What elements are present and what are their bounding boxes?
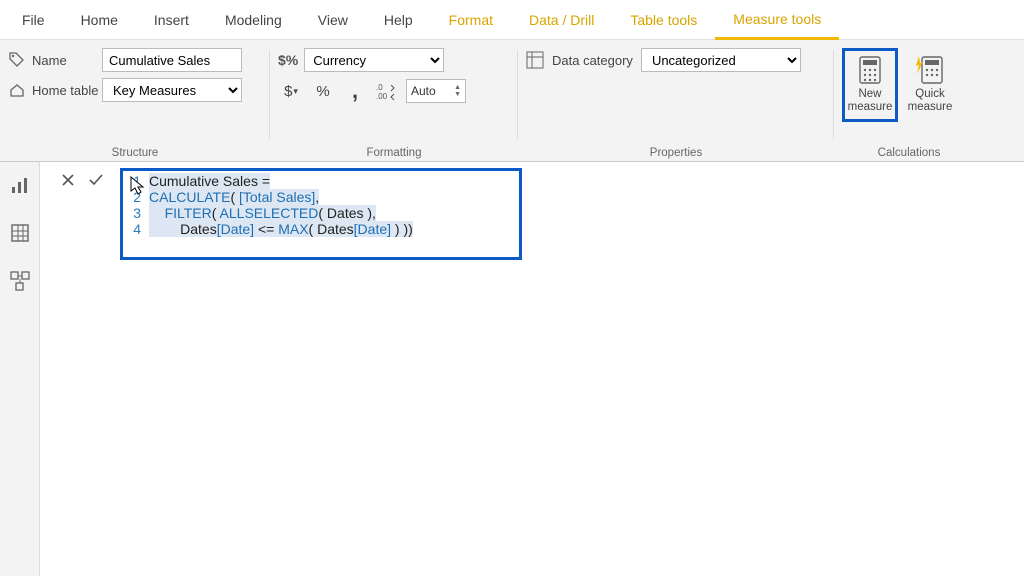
main-menu: File Home Insert Modeling View Help Form… xyxy=(0,0,1024,40)
decimals-spinner[interactable]: ▲▼ xyxy=(454,84,461,98)
menu-insert[interactable]: Insert xyxy=(136,2,207,38)
quick-calculator-icon xyxy=(916,56,944,84)
ribbon-group-structure: Name Home table Key Measures Structure xyxy=(0,40,270,161)
menu-file[interactable]: File xyxy=(4,2,63,38)
home-table-label: Home table xyxy=(32,83,102,98)
thousands-button[interactable]: , xyxy=(342,78,368,104)
svg-text:.0: .0 xyxy=(376,83,383,92)
percent-button[interactable]: % xyxy=(310,78,336,104)
new-measure-button[interactable]: New measure xyxy=(842,48,898,122)
svg-text:.00: .00 xyxy=(376,92,388,100)
ribbon-group-properties: Data category Uncategorized Properties xyxy=(518,40,834,161)
calculations-group-label: Calculations xyxy=(842,145,976,159)
home-table-select[interactable]: Key Measures xyxy=(102,78,242,102)
work-area: 1 Cumulative Sales = 2 CALCULATE( [Total… xyxy=(0,162,1024,576)
quick-measure-button[interactable]: Quick measure xyxy=(902,48,958,122)
report-view-icon[interactable] xyxy=(7,172,33,198)
formula-zone: 1 Cumulative Sales = 2 CALCULATE( [Total… xyxy=(40,162,1024,576)
view-rail xyxy=(0,162,40,576)
commit-formula-button[interactable] xyxy=(84,168,108,192)
format-type-icon: $% xyxy=(278,52,298,68)
measure-name-input[interactable] xyxy=(102,48,242,72)
decimal-toggle-icon[interactable]: .0.00 xyxy=(374,78,400,104)
ribbon-group-calculations: New measure Quick measure Calculations xyxy=(834,40,984,161)
format-type-select[interactable]: Currency xyxy=(304,48,444,72)
menu-help[interactable]: Help xyxy=(366,2,431,38)
name-label: Name xyxy=(32,53,102,68)
menu-home[interactable]: Home xyxy=(63,2,136,38)
formatting-group-label: Formatting xyxy=(278,145,510,159)
home-icon xyxy=(8,82,26,98)
menu-data-drill[interactable]: Data / Drill xyxy=(511,2,612,38)
data-category-icon xyxy=(526,51,544,69)
cancel-formula-button[interactable] xyxy=(56,168,80,192)
currency-button[interactable]: $▾ xyxy=(278,78,304,104)
ribbon: Name Home table Key Measures Structure $… xyxy=(0,40,1024,162)
structure-group-label: Structure xyxy=(8,145,262,159)
model-view-icon[interactable] xyxy=(7,268,33,294)
calculator-icon xyxy=(858,56,882,84)
properties-group-label: Properties xyxy=(526,145,826,159)
data-view-icon[interactable] xyxy=(7,220,33,246)
ribbon-group-formatting: $% Currency $▾ % , .0.00 Auto ▲▼ Formatt… xyxy=(270,40,518,161)
menu-table-tools[interactable]: Table tools xyxy=(612,2,715,38)
tag-icon xyxy=(8,52,26,68)
menu-view[interactable]: View xyxy=(300,2,366,38)
menu-modeling[interactable]: Modeling xyxy=(207,2,300,38)
menu-measure-tools[interactable]: Measure tools xyxy=(715,1,839,40)
decimals-input[interactable]: Auto ▲▼ xyxy=(406,79,466,103)
data-category-select[interactable]: Uncategorized xyxy=(641,48,801,72)
data-category-label: Data category xyxy=(552,53,633,68)
formula-editor[interactable]: 1 Cumulative Sales = 2 CALCULATE( [Total… xyxy=(120,168,522,260)
menu-format[interactable]: Format xyxy=(431,2,511,38)
